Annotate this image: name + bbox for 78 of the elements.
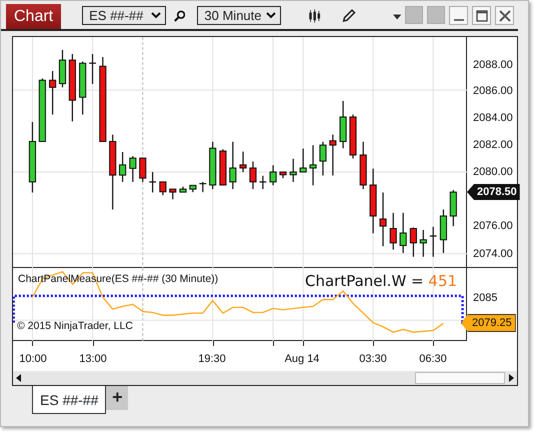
candlestick (129, 156, 136, 182)
copyright-text: © 2015 NinjaTrader, LLC (17, 320, 133, 332)
candlestick (420, 230, 427, 257)
candlestick (300, 148, 307, 173)
candlestick (259, 176, 266, 190)
candlestick (179, 186, 187, 193)
time-label: 13:00 (79, 352, 107, 367)
candlestick (199, 182, 206, 192)
candlestick (240, 152, 247, 172)
instrument-dropdown[interactable]: ES ##-## (82, 6, 166, 25)
close-icon (498, 10, 511, 22)
candlestick (309, 145, 317, 186)
close-button[interactable] (495, 6, 514, 25)
candlestick (169, 188, 176, 200)
candlestick (430, 226, 437, 257)
candlestick (249, 162, 257, 190)
candlestick (49, 71, 56, 115)
search-icon[interactable] (174, 9, 186, 23)
candlestick (340, 100, 347, 148)
price-label: 2088.00 (473, 59, 513, 71)
maximize-icon (476, 10, 488, 22)
scrollbar-thumb[interactable] (415, 372, 505, 384)
candlestick (38, 78, 46, 142)
interval-dropdown[interactable]: 30 Minute (197, 6, 282, 25)
price-label: 2082.00 (473, 139, 513, 151)
candlestick (319, 142, 327, 176)
candlestick (270, 165, 277, 186)
time-label: 19:30 (198, 352, 226, 367)
price-label: 2084.00 (473, 112, 513, 124)
candlestick (149, 172, 156, 192)
caret-icon[interactable] (392, 14, 402, 20)
chart-tab[interactable]: Chart (6, 4, 62, 29)
minimize-button[interactable] (449, 6, 468, 25)
indicator-axis-label: 2085 (473, 292, 498, 304)
candlestick (400, 212, 407, 254)
candlestick (440, 209, 448, 254)
candlestick (28, 122, 36, 192)
candlestick (79, 62, 86, 115)
chevron-down-icon (266, 12, 276, 19)
candlestick (390, 212, 397, 250)
candlestick (58, 50, 66, 88)
candlestick (89, 54, 96, 84)
add-tab-button[interactable]: + (106, 386, 128, 410)
candlestick (279, 172, 287, 178)
candlestick (410, 228, 417, 257)
minimize-icon (454, 18, 464, 20)
last-price-marker: 2078.50 (467, 184, 520, 200)
price-label: 2080.00 (473, 166, 513, 178)
price-label: 2076.00 (473, 220, 513, 232)
candlestick (360, 142, 367, 190)
maximize-button[interactable] (472, 6, 492, 25)
candlestick (290, 158, 297, 182)
time-label: Aug 14 (284, 352, 320, 367)
candlestick (119, 152, 126, 182)
price-label: 2074.00 (473, 248, 513, 260)
measure-value: 451 (428, 272, 458, 290)
price-label: 2086.00 (473, 85, 513, 97)
indicator-value-marker: 2079.25 (461, 314, 516, 332)
pencil-icon[interactable] (342, 8, 356, 24)
chevron-down-icon (150, 12, 161, 19)
candlestick (370, 168, 377, 234)
candlestick (68, 54, 76, 122)
measure-label: ChartPanel.W = (305, 272, 424, 290)
candlestick (189, 184, 196, 192)
candlestick (209, 142, 216, 190)
chart-tab[interactable]: ES ##-## (32, 386, 106, 414)
candlestick (159, 181, 166, 196)
candlestick (229, 142, 236, 190)
candlestick-icon[interactable] (308, 8, 322, 24)
candlestick (450, 190, 457, 226)
candlestick (219, 149, 226, 186)
candlestick (349, 114, 357, 158)
candlestick (139, 158, 146, 182)
candlestick (329, 134, 336, 176)
candlestick (379, 192, 387, 246)
time-label: 06:30 (419, 352, 447, 367)
time-label: 03:30 (359, 352, 387, 367)
time-label: 10:00 (19, 352, 47, 367)
